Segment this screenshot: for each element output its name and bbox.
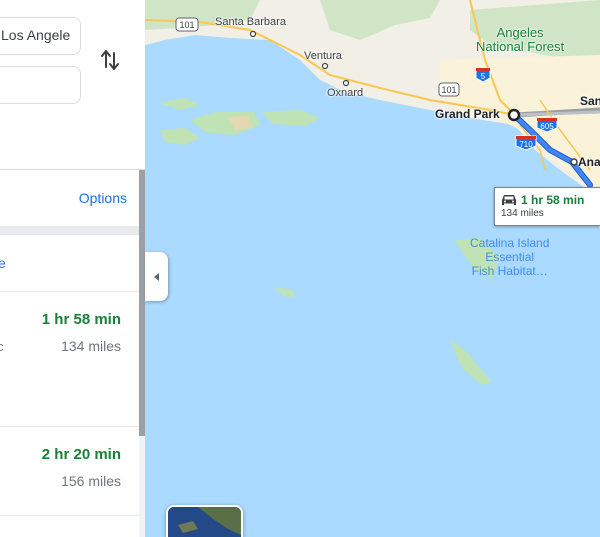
us101-shield-b: 101	[438, 82, 460, 97]
route-callout-time: 1 hr 58 min	[521, 193, 585, 207]
scrollbar-thumb[interactable]	[139, 170, 145, 436]
destination-input[interactable]	[0, 66, 81, 104]
directions-link[interactable]: e	[0, 255, 6, 271]
route-option[interactable]: 2 hr 20 min 156 miles	[0, 427, 139, 516]
swap-directions-icon[interactable]	[99, 47, 121, 73]
label-ventura: Ventura	[304, 50, 342, 62]
label-angeles-national-forest: Angeles National Forest	[476, 25, 565, 54]
satellite-thumbnail	[168, 507, 241, 537]
route-via: c	[0, 339, 4, 354]
label-santa-ana-partial: San	[580, 94, 600, 108]
origin-marker[interactable]	[507, 108, 521, 122]
svg-text:710: 710	[519, 140, 533, 149]
route-time: 2 hr 20 min	[41, 446, 121, 463]
route-option[interactable]: c 1 hr 58 min 134 miles	[0, 292, 139, 427]
directions-link-row: e	[0, 235, 139, 292]
directions-panel: Los Angele Options e c 1 hr 58 min 134 m…	[0, 0, 145, 537]
label-anaheim-partial: Ana	[578, 155, 600, 169]
svg-text:101: 101	[441, 85, 456, 95]
label-oxnard: Oxnard	[327, 87, 364, 99]
route-distance: 156 miles	[61, 473, 121, 489]
svg-text:5: 5	[481, 72, 486, 81]
route-callout[interactable]: 1 hr 58 min 134 miles	[494, 187, 600, 226]
layers-toggle-button[interactable]	[166, 505, 243, 537]
label-grand-park[interactable]: Grand Park	[435, 107, 500, 121]
options-button[interactable]: Options	[79, 190, 127, 206]
label-catalina-fish-habitat: Catalina Island Essential Fish Habitat…	[470, 236, 550, 278]
route-callout-distance: 134 miles	[501, 208, 544, 219]
collapse-panel-button[interactable]	[145, 252, 168, 301]
car-icon	[502, 194, 516, 205]
svg-text:605: 605	[540, 122, 554, 131]
section-divider	[0, 226, 139, 235]
city-dot	[570, 158, 578, 166]
origin-input[interactable]: Los Angele	[0, 17, 81, 55]
us101-shield-a: 101	[175, 17, 199, 32]
city-dot	[342, 79, 350, 87]
city-dot	[321, 62, 329, 70]
directions-search-box: Los Angele	[0, 0, 145, 170]
options-row: Options	[0, 171, 139, 226]
svg-text:101: 101	[179, 20, 194, 30]
caret-left-icon	[154, 273, 159, 281]
route-distance: 134 miles	[61, 338, 121, 354]
route-time: 1 hr 58 min	[41, 311, 121, 328]
city-dot	[249, 30, 257, 38]
label-santa-barbara: Santa Barbara	[215, 16, 286, 28]
